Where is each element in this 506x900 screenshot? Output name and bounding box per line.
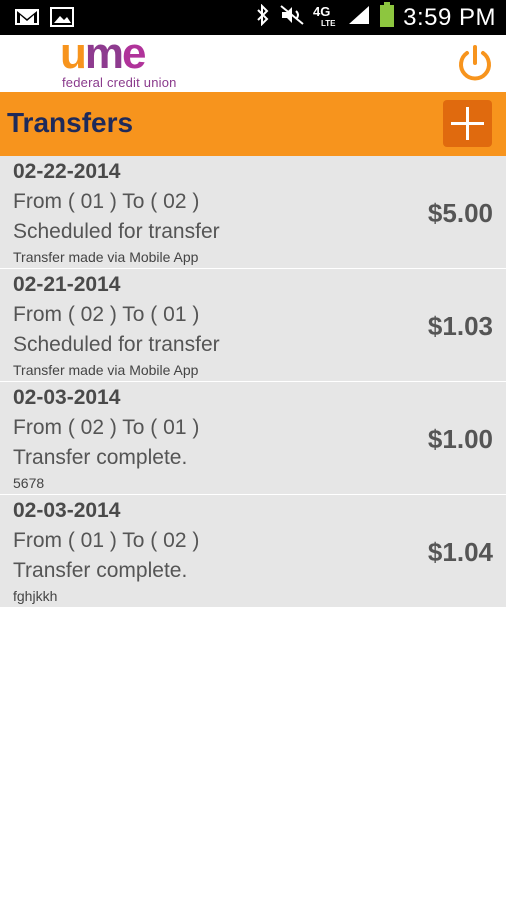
svg-text:LTE: LTE bbox=[321, 19, 336, 27]
transfer-accounts: From ( 02 ) To ( 01 ) bbox=[13, 303, 200, 326]
transfer-amount: $1.03 bbox=[427, 311, 493, 341]
transfer-row[interactable]: 02-22-2014 From ( 01 ) To ( 02 ) Schedul… bbox=[0, 156, 506, 269]
page-title: Transfers bbox=[7, 107, 134, 138]
transfer-memo: 5678 bbox=[13, 475, 45, 491]
transfer-accounts: From ( 01 ) To ( 02 ) bbox=[13, 190, 200, 213]
transfer-date: 02-03-2014 bbox=[13, 499, 121, 522]
transfer-row[interactable]: 02-03-2014 From ( 02 ) To ( 01 ) Transfe… bbox=[0, 382, 506, 495]
status-time: 3:59 PM bbox=[403, 3, 496, 31]
transfer-amount: $1.00 bbox=[427, 424, 493, 454]
title-bar: Transfers bbox=[0, 92, 506, 156]
battery-icon bbox=[379, 2, 395, 33]
transfer-date: 02-21-2014 bbox=[13, 273, 121, 296]
transfers-list: 02-22-2014 From ( 01 ) To ( 02 ) Schedul… bbox=[0, 156, 506, 608]
transfer-amount: $1.04 bbox=[427, 537, 493, 567]
gmail-icon bbox=[14, 7, 40, 32]
signal-icon bbox=[347, 4, 371, 31]
transfer-date: 02-22-2014 bbox=[13, 160, 121, 183]
transfer-status: Transfer complete. bbox=[13, 446, 188, 469]
svg-text:4G: 4G bbox=[313, 4, 330, 19]
bluetooth-icon bbox=[255, 3, 271, 31]
transfer-memo: fghjkkh bbox=[13, 588, 58, 604]
transfer-memo: Transfer made via Mobile App bbox=[13, 362, 199, 378]
transfer-status: Transfer complete. bbox=[13, 559, 188, 582]
add-transfer-button[interactable] bbox=[443, 100, 492, 147]
power-icon[interactable] bbox=[456, 44, 494, 82]
mute-icon bbox=[279, 4, 305, 31]
transfer-memo: Transfer made via Mobile App bbox=[13, 249, 199, 265]
transfer-amount: $5.00 bbox=[427, 198, 493, 228]
transfer-accounts: From ( 01 ) To ( 02 ) bbox=[13, 529, 200, 552]
transfer-row[interactable]: 02-21-2014 From ( 02 ) To ( 01 ) Schedul… bbox=[0, 269, 506, 382]
network-type-icon: 4G LTE bbox=[313, 3, 339, 32]
app-header: ume federal credit union bbox=[0, 30, 506, 92]
transfer-accounts: From ( 02 ) To ( 01 ) bbox=[13, 416, 200, 439]
transfer-row[interactable]: 02-03-2014 From ( 01 ) To ( 02 ) Transfe… bbox=[0, 495, 506, 608]
logo-wordmark: ume bbox=[60, 29, 147, 78]
ume-logo: ume federal credit union bbox=[60, 30, 185, 91]
transfer-status: Scheduled for transfer bbox=[13, 220, 220, 243]
logo-tagline: federal credit union bbox=[62, 75, 177, 90]
transfer-date: 02-03-2014 bbox=[13, 386, 121, 409]
transfer-status: Scheduled for transfer bbox=[13, 333, 220, 356]
